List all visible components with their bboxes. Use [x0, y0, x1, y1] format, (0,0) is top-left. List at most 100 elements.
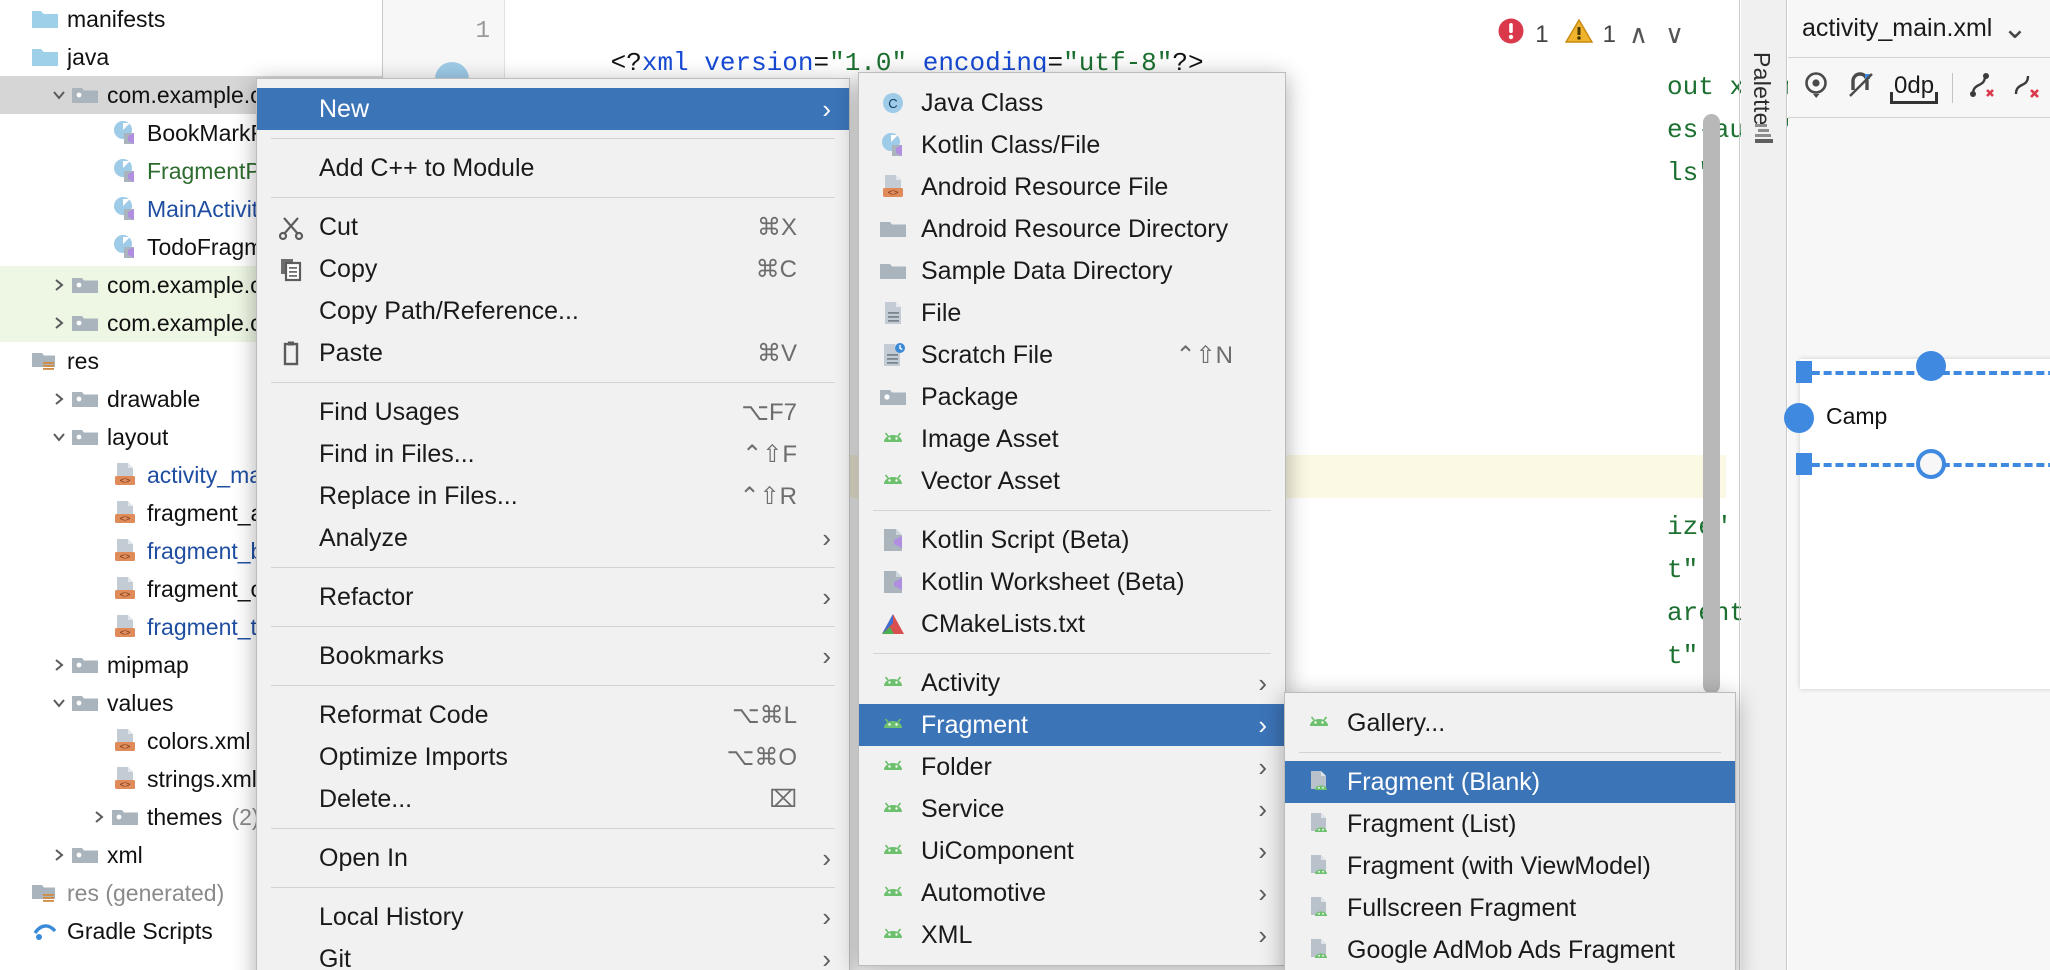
menu-item-local-history[interactable]: Local History ›: [257, 896, 849, 938]
menu-item-kotlin-worksheet-beta[interactable]: Kotlin Worksheet (Beta): [859, 561, 1285, 603]
menu-item-add-c-to-module[interactable]: Add C++ to Module: [257, 147, 849, 189]
android-icon: [1305, 709, 1333, 737]
chevron-down-icon[interactable]: [48, 76, 70, 114]
menu-item-fragment[interactable]: Fragment ›: [859, 704, 1285, 746]
chevron-right-icon[interactable]: [48, 304, 70, 342]
menu-item-label: Fragment (Blank): [1347, 767, 1541, 796]
menu-item-find-in-files[interactable]: Find in Files... ⌃⇧F: [257, 433, 849, 475]
chevron-down-icon[interactable]: [48, 684, 70, 722]
autoconnect-icon[interactable]: [2011, 70, 2041, 105]
menu-item-copy[interactable]: Copy ⌘C: [257, 248, 849, 290]
submenu-arrow-icon: ›: [1258, 668, 1267, 698]
menu-item-kotlin-script-beta[interactable]: Kotlin Script (Beta): [859, 519, 1285, 561]
menu-item-uicomponent[interactable]: UiComponent ›: [859, 830, 1285, 872]
context-menu[interactable]: New › Add C++ to Module Cut ⌘X Copy ⌘C Copy Pat…: [256, 78, 850, 970]
design-file-tab[interactable]: activity_main.xml ⌄: [1788, 0, 2050, 58]
inspections-widget[interactable]: 1 1 ∧ ∨: [1496, 16, 1688, 53]
tree-twisty-spacer: [88, 570, 110, 608]
component-tree-icon[interactable]: [1752, 120, 1778, 151]
chevron-down-icon[interactable]: [48, 418, 70, 456]
menu-item-activity[interactable]: Activity ›: [859, 662, 1285, 704]
preview-widget-text[interactable]: Camp: [1826, 403, 1887, 430]
menu-item-paste[interactable]: Paste ⌘V: [257, 332, 849, 374]
warning-triangle-icon[interactable]: [1564, 16, 1594, 53]
prev-problem-button[interactable]: ∧: [1625, 19, 1652, 50]
constraint-handle-tl[interactable]: [1796, 361, 1812, 383]
chevron-right-icon[interactable]: [48, 646, 70, 684]
design-toolbar[interactable]: 0dp: [1788, 58, 2050, 118]
menu-item-folder[interactable]: Folder ›: [859, 746, 1285, 788]
fragment-submenu[interactable]: Gallery... Fragment (Blank) Fragment (List…: [1284, 692, 1736, 970]
next-problem-button[interactable]: ∨: [1661, 19, 1688, 50]
editor-vertical-scrollbar[interactable]: [1703, 114, 1720, 694]
chevron-right-icon[interactable]: [48, 380, 70, 418]
error-circle-icon[interactable]: [1496, 16, 1526, 53]
tree-item-label: fragment_b: [147, 537, 264, 564]
menu-item-git[interactable]: Git ›: [257, 938, 849, 970]
palette-label[interactable]: Palette: [1748, 52, 1775, 126]
menu-item-label: New: [319, 94, 370, 123]
menu-item-fullscreen-fragment[interactable]: Fullscreen Fragment: [1285, 887, 1735, 929]
kotlin-class-icon: [110, 118, 140, 148]
menu-item-image-asset[interactable]: Image Asset: [859, 418, 1285, 460]
tree-item-label: layout: [107, 423, 169, 450]
menu-item-android-resource-file[interactable]: <> Android Resource File: [859, 166, 1285, 208]
constraint-handle-bl[interactable]: [1796, 453, 1812, 475]
menu-item-shortcut: ⌃⇧R: [739, 482, 797, 510]
chevron-right-icon[interactable]: [48, 266, 70, 304]
tree-item-manifests[interactable]: manifests: [0, 0, 382, 38]
menu-item-file[interactable]: File: [859, 292, 1285, 334]
menu-item-optimize-imports[interactable]: Optimize Imports ⌥⌘O: [257, 736, 849, 778]
menu-item-refactor[interactable]: Refactor ›: [257, 576, 849, 618]
android-icon: [875, 878, 911, 908]
menu-item-xml[interactable]: XML ›: [859, 914, 1285, 956]
menu-item-scratch-file[interactable]: Scratch File ⌃⇧N: [859, 334, 1285, 376]
menu-item-bookmarks[interactable]: Bookmarks ›: [257, 635, 849, 677]
menu-item-replace-in-files[interactable]: Replace in Files... ⌃⇧R: [257, 475, 849, 517]
tree-item-label: com.example.c: [107, 81, 262, 108]
menu-item-fragment-with-viewmodel[interactable]: Fragment (with ViewModel): [1285, 845, 1735, 887]
device-preview-frame[interactable]: Camp: [1784, 351, 2050, 689]
menu-item-android-resource-directory[interactable]: Android Resource Directory: [859, 208, 1285, 250]
menu-item-service[interactable]: Service ›: [859, 788, 1285, 830]
chevron-right-icon[interactable]: [88, 798, 110, 836]
menu-item-cmakelists-txt[interactable]: CMakeLists.txt: [859, 603, 1285, 645]
menu-item-shortcut: ⌘X: [756, 213, 797, 241]
menu-item-kotlin-class-file[interactable]: Kotlin Class/File: [859, 124, 1285, 166]
menu-item-new[interactable]: New ›: [257, 88, 849, 130]
design-canvas[interactable]: Camp: [1784, 119, 2050, 970]
menu-item-shortcut: ⌘V: [756, 339, 797, 367]
menu-item-copy-path-reference[interactable]: Copy Path/Reference...: [257, 290, 849, 332]
design-preview-pane[interactable]: activity_main.xml ⌄ 0dp Camp: [1784, 0, 2050, 970]
menu-item-gallery[interactable]: Gallery...: [1285, 702, 1735, 744]
menu-item-reformat-code[interactable]: Reformat Code ⌥⌘L: [257, 694, 849, 736]
chevron-right-icon[interactable]: [48, 836, 70, 874]
menu-item-vector-asset[interactable]: Vector Asset: [859, 460, 1285, 502]
tree-item-java[interactable]: java: [0, 38, 382, 76]
menu-item-fragment-blank[interactable]: Fragment (Blank): [1285, 761, 1735, 803]
menu-item-analyze[interactable]: Analyze ›: [257, 517, 849, 559]
menu-item-label: Android Resource Directory: [921, 214, 1229, 243]
palette-tool-strip[interactable]: Palette: [1741, 0, 1787, 970]
menu-item-delete[interactable]: Delete... ⌧: [257, 778, 849, 820]
magnet-off-icon[interactable]: [1846, 70, 1876, 105]
constraint-anchor-top[interactable]: [1916, 351, 1946, 381]
menu-item-cut[interactable]: Cut ⌘X: [257, 206, 849, 248]
menu-item-google-admob-ads-fragment[interactable]: Google AdMob Ads Fragment: [1285, 929, 1735, 970]
constraint-anchor-left[interactable]: [1784, 403, 1814, 433]
eye-icon[interactable]: [1802, 70, 1832, 105]
clear-constraints-icon[interactable]: [1967, 70, 1997, 105]
folder-res-icon: [30, 346, 60, 376]
constraint-anchor-bottom[interactable]: [1916, 449, 1946, 479]
menu-item-open-in[interactable]: Open In ›: [257, 837, 849, 879]
chevron-down-icon[interactable]: ⌄: [2002, 14, 2027, 44]
menu-item-fragment-list[interactable]: Fragment (List): [1285, 803, 1735, 845]
menu-item-java-class[interactable]: C Java Class: [859, 82, 1285, 124]
menu-item-find-usages[interactable]: Find Usages ⌥F7: [257, 391, 849, 433]
menu-item-package[interactable]: Package: [859, 376, 1285, 418]
menu-item-automotive[interactable]: Automotive ›: [859, 872, 1285, 914]
menu-item-sample-data-directory[interactable]: Sample Data Directory: [859, 250, 1285, 292]
zoom-value[interactable]: 0dp: [1890, 72, 1939, 104]
new-submenu[interactable]: C Java Class Kotlin Class/File <> Android Re…: [858, 72, 1286, 966]
menu-item-label: Vector Asset: [921, 466, 1060, 495]
